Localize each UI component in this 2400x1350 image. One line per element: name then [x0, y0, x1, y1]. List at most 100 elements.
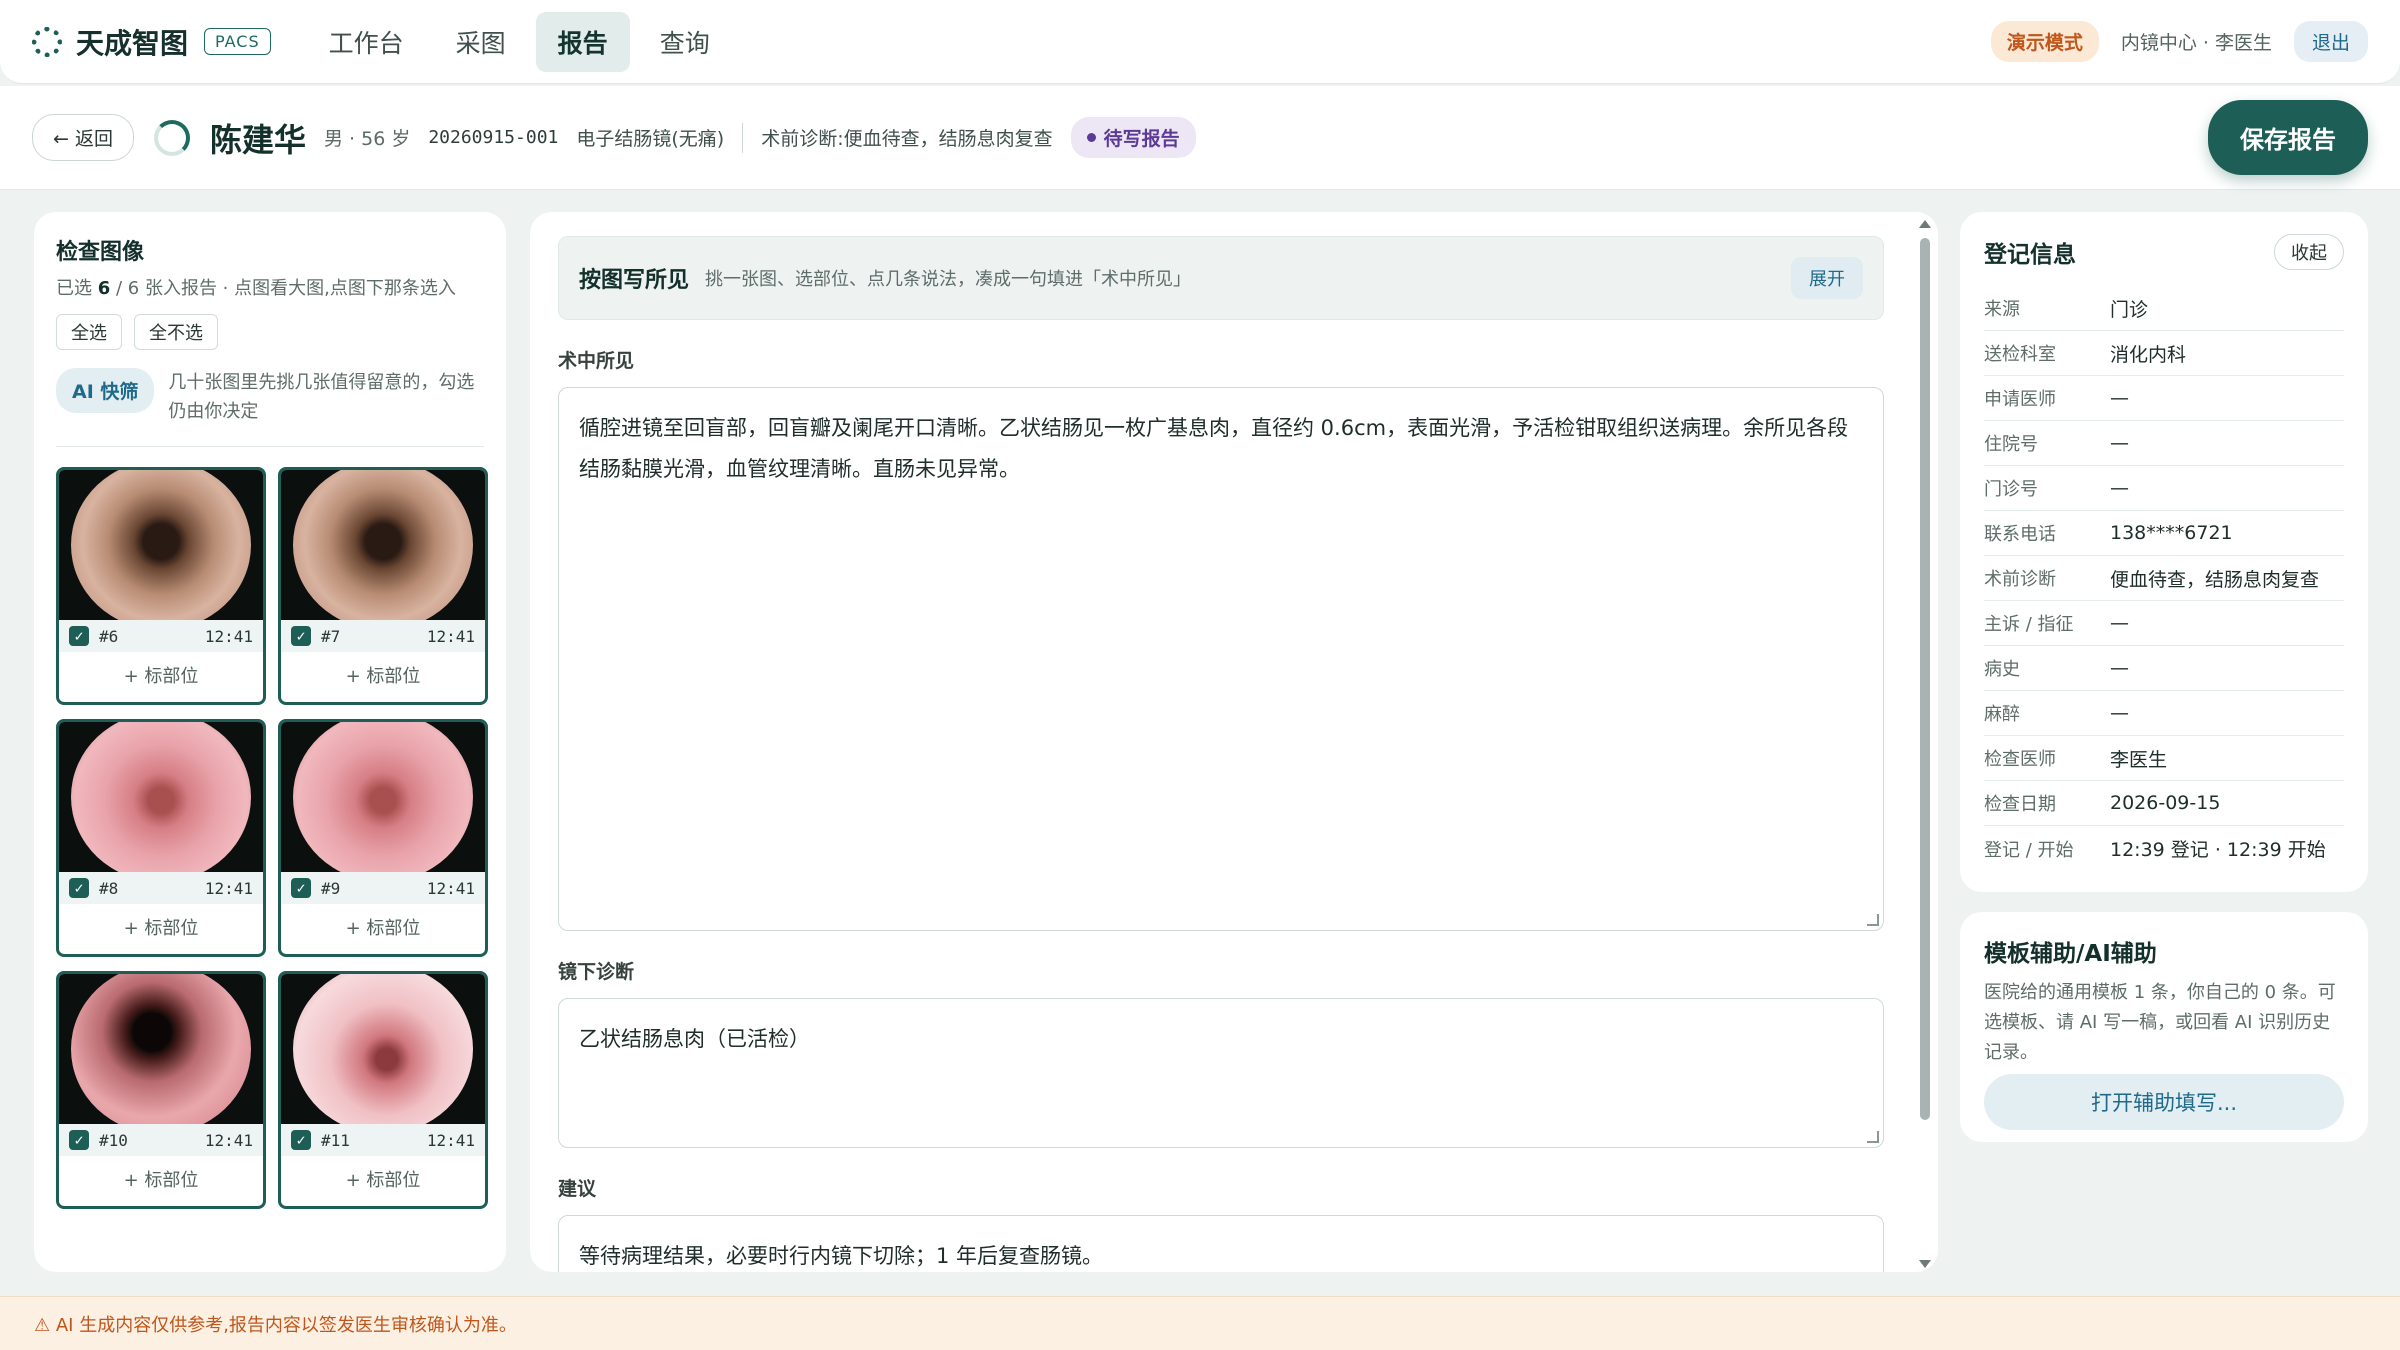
scroll-down-icon[interactable]: [1919, 1260, 1931, 1268]
endoscopy-image-view: [71, 722, 251, 872]
image-thumbnail[interactable]: ✓ #9 12:41 + 标部位: [278, 719, 488, 957]
registration-value: —: [2110, 387, 2129, 409]
registration-value: 李医生: [2110, 748, 2168, 771]
registration-row: 登记 / 开始 12:39 登记 · 12:39 开始: [1984, 826, 2344, 871]
select-none-button[interactable]: 全不选: [134, 314, 218, 350]
tag-site-button[interactable]: + 标部位: [281, 904, 485, 954]
endoscopy-image-view: [71, 470, 251, 620]
expand-button[interactable]: 展开: [1791, 257, 1863, 299]
image-time: 12:41: [426, 878, 475, 898]
thumbnail-meta: ✓ #11 12:41: [281, 1124, 485, 1156]
checkbox-checked-icon[interactable]: ✓: [69, 878, 89, 898]
save-report-button[interactable]: 保存报告: [2208, 100, 2368, 175]
registration-key: 申请医师: [1984, 389, 2056, 410]
advice-textarea[interactable]: 等待病理结果，必要时行内镜下切除；1 年后复查肠镜。: [558, 1215, 1884, 1272]
registration-row: 住院号 —: [1984, 421, 2344, 466]
current-user: 内镜中心 · 李医生: [2120, 32, 2272, 54]
image-time: 12:41: [426, 1130, 475, 1150]
collapse-button[interactable]: 收起: [2274, 234, 2344, 270]
registration-key: 住院号: [1984, 434, 2038, 455]
image-thumbnail[interactable]: ✓ #11 12:41 + 标部位: [278, 971, 488, 1209]
thumbnail-meta: ✓ #10 12:41: [59, 1124, 263, 1156]
nav-item-query[interactable]: 查询: [638, 12, 732, 72]
top-nav-bar: 天成智图 PACS 工作台 采图 报告 查询 演示模式 内镜中心 · 李医生 退…: [0, 0, 2400, 84]
endoscopy-image[interactable]: [59, 722, 263, 872]
patient-header: ← 返回 陈建华 男 · 56 岁 20260915-001 电子结肠镜(无痛)…: [0, 86, 2400, 190]
registration-value: 2026-09-15: [2110, 792, 2221, 814]
back-button[interactable]: ← 返回: [32, 114, 134, 161]
image-number: #7: [321, 626, 341, 646]
endoscopy-image-view: [293, 722, 473, 872]
checkbox-checked-icon[interactable]: ✓: [291, 878, 311, 898]
thumbnail-meta: ✓ #8 12:41: [59, 872, 263, 904]
registration-row: 检查日期 2026-09-15: [1984, 781, 2344, 826]
loading-spinner-icon: [153, 119, 190, 156]
registration-row: 联系电话 138****6721: [1984, 511, 2344, 556]
report-editor: 按图写所见 挑一张图、选部位、点几条说法，凑成一句填进「术中所见」 展开 术中所…: [530, 212, 1938, 1272]
pre-diagnosis: 术前诊断:便血待查，结肠息肉复查: [761, 128, 1053, 150]
scrollbar-thumb[interactable]: [1920, 238, 1930, 1120]
editor-scrollbar[interactable]: [1916, 216, 1934, 1272]
select-all-button[interactable]: 全选: [56, 314, 122, 350]
registration-key: 来源: [1984, 299, 2020, 320]
endoscopy-image[interactable]: [59, 974, 263, 1124]
registration-panel: 登记信息 收起 来源 门诊 送检科室 消化内科 申请医师 — 住院号 — 门诊号 — 联系电话 138…: [1960, 212, 2368, 892]
tag-site-button[interactable]: + 标部位: [281, 652, 485, 702]
image-number: #10: [99, 1130, 128, 1150]
resize-handle-icon[interactable]: [1867, 1131, 1879, 1143]
registration-value: —: [2110, 477, 2129, 499]
findings-text: 循腔进镜至回盲部，回盲瓣及阑尾开口清晰。乙状结肠见一枚广基息肉，直径约 0.6c…: [579, 416, 1849, 481]
ai-disclaimer-footer: ⚠ AI 生成内容仅供参考,报告内容以签发医生审核确认为准。: [0, 1296, 2400, 1350]
findings-textarea[interactable]: 循腔进镜至回盲部，回盲瓣及阑尾开口清晰。乙状结肠见一枚广基息肉，直径约 0.6c…: [558, 387, 1884, 931]
template-ai-assist-panel: 模板辅助/AI辅助 医院给的通用模板 1 条，你自己的 0 条。可选模板、请 A…: [1960, 912, 2368, 1142]
registration-value: 138****6721: [2110, 522, 2233, 544]
registration-row: 来源 门诊: [1984, 286, 2344, 331]
registration-value: —: [2110, 702, 2129, 724]
checkbox-checked-icon[interactable]: ✓: [69, 626, 89, 646]
checkbox-checked-icon[interactable]: ✓: [291, 626, 311, 646]
image-thumbnail[interactable]: ✓ #6 12:41 + 标部位: [56, 467, 266, 705]
tag-site-button[interactable]: + 标部位: [59, 1156, 263, 1206]
ai-quick-screen-button[interactable]: AI 快筛: [56, 368, 155, 413]
checkbox-checked-icon[interactable]: ✓: [291, 1130, 311, 1150]
image-number: #6: [99, 626, 119, 646]
nav-item-capture[interactable]: 采图: [434, 12, 528, 72]
write-by-image-title: 按图写所见: [579, 268, 690, 293]
assist-title: 模板辅助/AI辅助: [1984, 941, 2157, 967]
endoscopy-image[interactable]: [281, 722, 485, 872]
endoscopy-image[interactable]: [281, 974, 485, 1124]
tag-site-button[interactable]: + 标部位: [281, 1156, 485, 1206]
registration-key: 检查医师: [1984, 749, 2056, 770]
nav-item-report[interactable]: 报告: [535, 11, 630, 72]
nav-item-workbench[interactable]: 工作台: [307, 12, 426, 72]
image-thumbnail[interactable]: ✓ #7 12:41 + 标部位: [278, 467, 488, 705]
registration-title: 登记信息: [1984, 242, 2076, 268]
thumbnail-grid: ✓ #6 12:41 + 标部位 ✓ #7 12:41 + 标部位 ✓ #8 12:41 + 标部位 ✓…: [56, 467, 488, 1209]
registration-key: 检查日期: [1984, 794, 2056, 815]
exam-type: 电子结肠镜(无痛): [576, 128, 725, 150]
panel-title: 检查图像: [56, 240, 145, 265]
registration-row: 申请医师 —: [1984, 376, 2344, 421]
write-by-image-hint: 挑一张图、选部位、点几条说法，凑成一句填进「术中所见」: [705, 269, 1192, 290]
image-thumbnail[interactable]: ✓ #8 12:41 + 标部位: [56, 719, 266, 957]
tag-site-button[interactable]: + 标部位: [59, 652, 263, 702]
thumbnail-meta: ✓ #7 12:41: [281, 620, 485, 652]
tag-site-button[interactable]: + 标部位: [59, 904, 263, 954]
patient-name: 陈建华: [209, 120, 306, 159]
registration-row: 检查医师 李医生: [1984, 736, 2344, 781]
findings-label: 术中所见: [558, 350, 635, 372]
logout-button[interactable]: 退出: [2293, 21, 2368, 62]
report-status-label: 待写报告: [1103, 128, 1180, 150]
open-assist-button[interactable]: 打开辅助填写...: [1984, 1074, 2344, 1130]
checkbox-checked-icon[interactable]: ✓: [69, 1130, 89, 1150]
write-by-image-box: 按图写所见 挑一张图、选部位、点几条说法，凑成一句填进「术中所见」 展开: [558, 236, 1884, 320]
endoscopy-image[interactable]: [281, 470, 485, 620]
resize-handle-icon[interactable]: [1867, 914, 1879, 926]
image-thumbnail[interactable]: ✓ #10 12:41 + 标部位: [56, 971, 266, 1209]
diagnosis-textarea[interactable]: 乙状结肠息肉（已活检）: [558, 998, 1884, 1148]
endoscopy-image[interactable]: [59, 470, 263, 620]
divider: [742, 122, 744, 153]
status-dot-icon: [1086, 133, 1096, 142]
registration-row: 主诉 / 指征 —: [1984, 601, 2344, 646]
scroll-up-icon[interactable]: [1919, 220, 1931, 228]
